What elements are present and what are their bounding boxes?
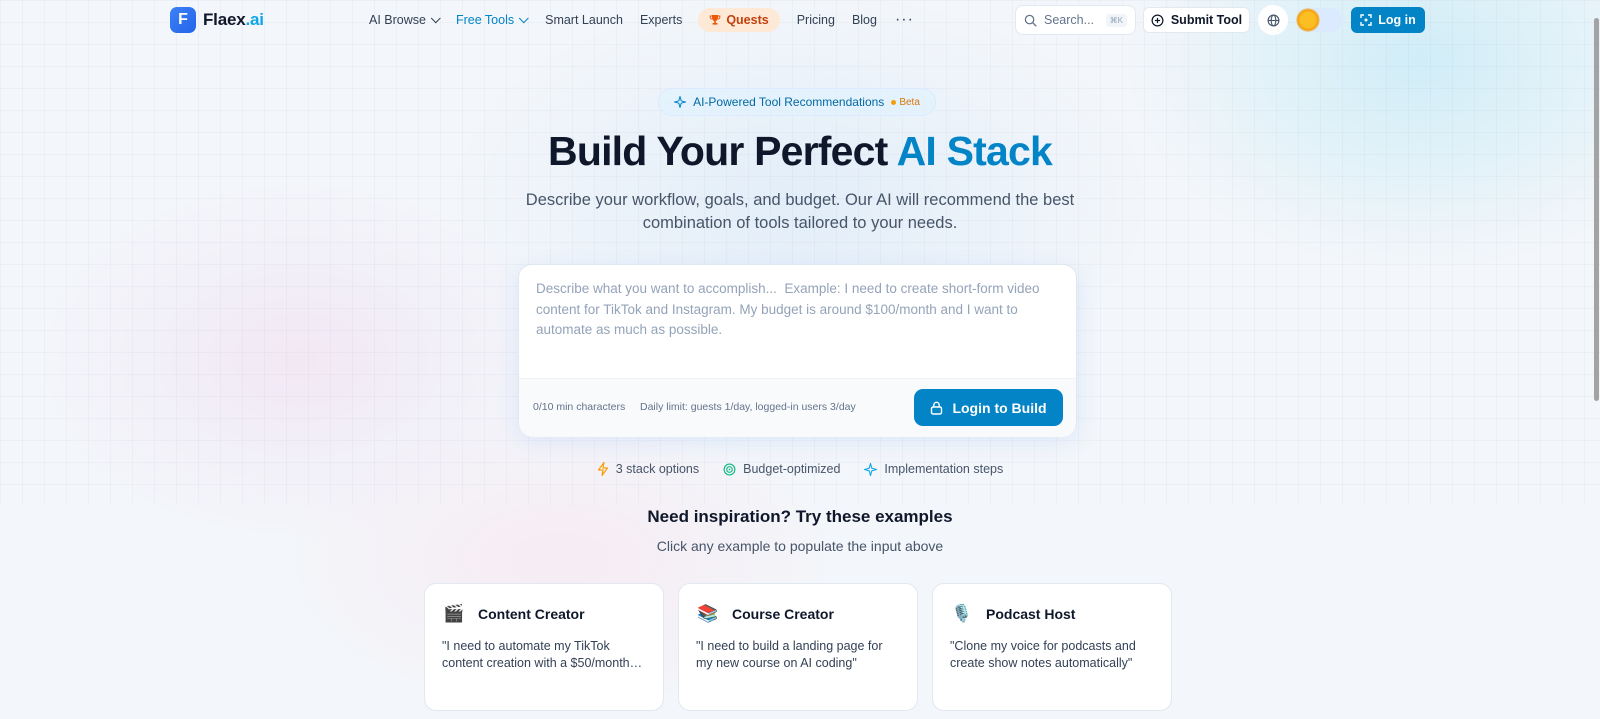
nav-link-experts[interactable]: Experts — [640, 13, 682, 27]
nav-link-label: AI Browse — [369, 13, 426, 27]
feature-item: 3 stack options — [597, 462, 699, 476]
plus-circle-icon — [1151, 14, 1164, 26]
nav-link-ai-browse[interactable]: AI Browse — [369, 12, 441, 27]
top-navbar: F Flaex.ai AI Browse Free Tools Smart La… — [0, 0, 1600, 40]
build-button-label: Login to Build — [952, 399, 1047, 416]
search-shortcut: ⌘K — [1105, 13, 1127, 27]
chevron-down-icon — [430, 12, 441, 23]
search-icon — [1024, 14, 1037, 27]
page-subtitle: Describe your workflow, goals, and budge… — [525, 191, 1075, 232]
nav-link-label: Smart Launch — [545, 13, 623, 27]
example-card-header: 🎙️ Podcast Host — [951, 604, 1075, 624]
page-scrollbar[interactable] — [1594, 18, 1599, 401]
example-card-course-creator[interactable]: 📚 Course Creator "I need to build a land… — [678, 583, 918, 711]
lock-icon — [931, 401, 943, 415]
sun-icon — [1296, 8, 1320, 32]
logo[interactable]: F Flaex.ai — [170, 7, 264, 33]
page-title: Build Your Perfect AI Stack — [0, 128, 1600, 175]
workflow-description-input[interactable] — [519, 265, 1076, 378]
more-menu-button[interactable]: ··· — [895, 11, 914, 29]
title-accent: AI Stack — [896, 128, 1053, 174]
nav-link-smart-launch[interactable]: Smart Launch — [545, 13, 623, 27]
login-icon — [1360, 14, 1372, 26]
target-icon — [723, 463, 736, 475]
trophy-icon — [710, 15, 721, 25]
logo-mark: F — [170, 7, 196, 33]
sparkle-icon — [674, 96, 687, 108]
language-button[interactable] — [1258, 5, 1288, 35]
theme-toggle[interactable] — [1296, 8, 1343, 32]
logo-name: Flaex — [203, 10, 246, 29]
example-card-text: "I need to build a landing page for my n… — [696, 639, 883, 670]
nav-link-quests[interactable]: Quests — [698, 8, 780, 32]
feature-list: 3 stack options Budget-optimized Impleme… — [0, 462, 1600, 476]
title-main: Build Your Perfect — [548, 128, 897, 174]
example-card-title: Content Creator — [478, 606, 585, 622]
search-input[interactable]: Search... ⌘K — [1015, 5, 1136, 35]
login-to-build-button[interactable]: Login to Build — [914, 389, 1063, 426]
example-card-text: "I need to automate my TikTok content cr… — [442, 639, 630, 670]
ai-recommendations-pill: AI-Powered Tool Recommendations Beta — [658, 88, 936, 116]
nav-link-free-tools[interactable]: Free Tools — [455, 12, 529, 27]
inspiration-title: Need inspiration? Try these examples — [647, 507, 953, 526]
globe-icon — [1267, 14, 1279, 26]
beta-badge: Beta — [891, 97, 920, 108]
example-card-title: Podcast Host — [986, 606, 1076, 622]
example-card-content-creator[interactable]: 🎬 Content Creator "I need to automate my… — [424, 583, 664, 711]
books-icon: 📚 — [697, 604, 719, 623]
example-card-header: 📚 Course Creator — [697, 604, 834, 624]
feature-label: Implementation steps — [884, 462, 1004, 476]
search-placeholder: Search... — [1044, 13, 1095, 27]
nav-link-pricing[interactable]: Pricing — [797, 13, 835, 27]
character-count: 0/10 min characters — [533, 401, 626, 413]
login-button[interactable]: Log in — [1351, 7, 1425, 33]
example-card-podcast-host[interactable]: 🎙️ Podcast Host "Clone my voice for podc… — [932, 583, 1172, 711]
inspiration-subtitle: Click any example to populate the input … — [656, 538, 944, 554]
builder-footer: 0/10 min characters Daily limit: guests … — [519, 378, 1076, 437]
sparkle-icon — [864, 462, 878, 476]
example-card-text: "Clone my voice for podcasts and create … — [950, 639, 1136, 670]
chevron-down-icon — [518, 12, 529, 23]
feature-item: Budget-optimized — [723, 462, 840, 476]
login-label: Log in — [1378, 13, 1416, 27]
clapperboard-icon: 🎬 — [443, 604, 465, 623]
example-card-title: Course Creator — [732, 606, 834, 622]
logo-text: Flaex.ai — [203, 10, 264, 30]
example-card-header: 🎬 Content Creator — [443, 604, 585, 624]
submit-tool-label: Submit Tool — [1170, 13, 1243, 27]
nav-link-blog[interactable]: Blog — [852, 13, 877, 27]
nav-link-label: Pricing — [796, 13, 835, 27]
nav-link-label: Free Tools — [455, 13, 515, 27]
nav-link-label: Quests — [726, 13, 769, 27]
submit-tool-button[interactable]: Submit Tool — [1143, 7, 1250, 33]
daily-limit-note: Daily limit: guests 1/day, logged-in use… — [640, 401, 856, 413]
feature-label: 3 stack options — [615, 462, 700, 476]
nav-link-label: Experts — [639, 13, 683, 27]
stack-builder-card: 0/10 min characters Daily limit: guests … — [518, 264, 1077, 437]
pill-label: AI-Powered Tool Recommendations — [693, 95, 885, 109]
feature-label: Budget-optimized — [743, 462, 841, 476]
logo-suffix: .ai — [245, 10, 264, 29]
nav-link-label: Blog — [851, 13, 877, 27]
lightning-icon — [597, 462, 608, 476]
nav-links: AI Browse Free Tools Smart Launch Expert… — [369, 0, 914, 40]
feature-item: Implementation steps — [864, 462, 1003, 476]
microphone-icon: 🎙️ — [951, 604, 973, 623]
